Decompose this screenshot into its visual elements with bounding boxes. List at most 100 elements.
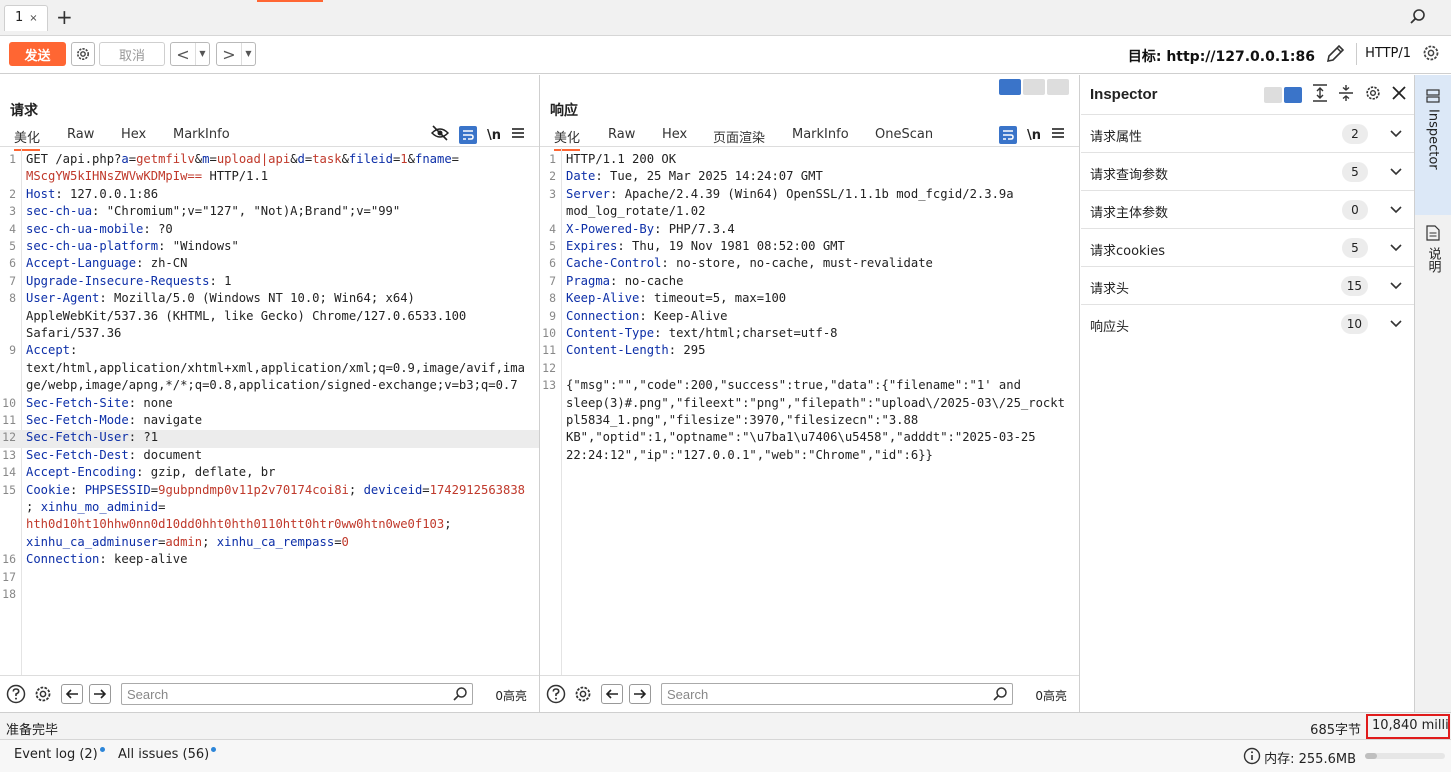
response-code-line[interactable]: 12 [540, 361, 1079, 378]
hide-eye-icon[interactable] [430, 125, 450, 145]
response-code-line[interactable]: mod_log_rotate/1.02 [540, 204, 1079, 221]
event-log-link[interactable]: Event log (2) [14, 747, 105, 762]
request-code-line[interactable]: 1 GET /api.php?a=getmfilv&m=upload|api&d=… [0, 152, 539, 169]
close-tab-icon[interactable]: × [29, 13, 37, 24]
close-inspector-icon[interactable] [1392, 86, 1406, 104]
help-icon[interactable] [6, 684, 26, 704]
newline-toggle[interactable]: \n [1027, 128, 1041, 143]
new-tab-button[interactable]: + [56, 5, 73, 29]
response-code-line[interactable]: 9 Connection: Keep-Alive [540, 309, 1079, 326]
next-match-arrow-icon[interactable] [629, 684, 651, 704]
request-code-line[interactable]: 3 sec-ch-ua: "Chromium";v="127", "Not)A;B… [0, 204, 539, 221]
request-code-line[interactable]: ; xinhu_mo_adminid= [0, 500, 539, 517]
response-code-line[interactable]: 5 Expires: Thu, 19 Nov 1981 08:52:00 GMT [540, 239, 1079, 256]
response-code-line[interactable]: 7 Pragma: no-cache [540, 274, 1079, 291]
request-code-line[interactable]: Safari/537.36 [0, 326, 539, 343]
response-code-line[interactable]: 4 X-Powered-By: PHP/7.3.4 [540, 222, 1079, 239]
previous-match-arrow-icon[interactable] [61, 684, 83, 704]
inspector-row[interactable]: 请求查询参数 5 [1081, 152, 1414, 190]
response-code-line[interactable]: 10 Content-Type: text/html;charset=utf-8 [540, 326, 1079, 343]
request-editor[interactable]: 1 GET /api.php?a=getmfilv&m=upload|api&d=… [0, 148, 539, 676]
request-code-line[interactable]: 6 Accept-Language: zh-CN [0, 256, 539, 273]
response-tab-onescan[interactable]: OneScan [875, 127, 933, 142]
inspector-layout-right-icon[interactable] [1284, 87, 1302, 103]
inspector-layout-left-icon[interactable] [1264, 87, 1282, 103]
next-match-arrow-icon[interactable] [89, 684, 111, 704]
response-editor[interactable]: 1 HTTP/1.1 200 OK 2 Date: Tue, 25 Mar 2025 … [540, 148, 1079, 676]
inspector-row[interactable]: 请求头 15 [1081, 266, 1414, 304]
settings-gear-icon[interactable] [71, 42, 95, 66]
rail-tab-notes[interactable]: 说明 [1415, 223, 1451, 295]
http-version-selector[interactable]: HTTP/1 [1365, 46, 1411, 61]
forward-nav-group[interactable]: > ▼ [216, 42, 256, 66]
inspector-settings-gear-icon[interactable] [1364, 84, 1382, 106]
response-code-line[interactable]: 13 {"msg":"","code":200,"success":true,"d… [540, 378, 1079, 395]
request-code-line[interactable]: hth0d10ht10hhw0nn0d10dd0hht0hth0110htt0h… [0, 517, 539, 534]
request-code-line[interactable]: 18 [0, 587, 539, 604]
response-code-line[interactable]: pl5834_1.png","filesize":3970,"filesizec… [540, 413, 1079, 430]
back-history-dropdown-icon[interactable]: ▼ [195, 43, 209, 65]
layout-tabs-icon[interactable] [1047, 79, 1069, 95]
request-code-line[interactable]: 7 Upgrade-Insecure-Requests: 1 [0, 274, 539, 291]
previous-match-arrow-icon[interactable] [601, 684, 623, 704]
request-code-line[interactable]: AppleWebKit/537.36 (KHTML, like Gecko) C… [0, 309, 539, 326]
response-code-line[interactable]: 11 Content-Length: 295 [540, 343, 1079, 360]
menu-icon[interactable] [1051, 127, 1065, 143]
chevron-down-icon[interactable] [1390, 165, 1402, 180]
forward-arrow-icon[interactable]: > [217, 45, 241, 64]
request-code-line[interactable]: xinhu_ca_adminuser = admin; xinhu_ca_rempa… [0, 535, 539, 552]
response-tab-render[interactable]: 页面渲染 [713, 127, 765, 146]
inspector-row[interactable]: 请求cookies 5 [1081, 228, 1414, 266]
inspector-row[interactable]: 响应头 10 [1081, 304, 1414, 342]
response-code-line[interactable]: sleep(3)#.png","fileext":"png","filepath… [540, 396, 1079, 413]
response-code-line[interactable]: 6 Cache-Control: no-store, no-cache, must… [540, 256, 1079, 273]
request-code-line[interactable]: 4 sec-ch-ua-mobile: ?0 [0, 222, 539, 239]
request-code-line[interactable]: 16 Connection: keep-alive [0, 552, 539, 569]
rail-tab-inspector[interactable]: Inspector [1415, 75, 1451, 215]
request-code-line[interactable]: 13 Sec-Fetch-Dest: document [0, 448, 539, 465]
chevron-down-icon[interactable] [1390, 241, 1402, 256]
send-button[interactable]: 发送 [9, 42, 66, 66]
inspector-row[interactable]: 请求主体参数 0 [1081, 190, 1414, 228]
request-tab-1[interactable]: 1 × [4, 5, 48, 31]
response-code-line[interactable]: 8 Keep-Alive: timeout=5, max=100 [540, 291, 1079, 308]
menu-icon[interactable] [511, 127, 525, 143]
response-tab-markinfo[interactable]: MarkInfo [792, 127, 849, 142]
request-tab-hex[interactable]: Hex [121, 127, 146, 142]
response-search-input[interactable] [661, 683, 1013, 705]
chevron-down-icon[interactable] [1390, 127, 1402, 142]
word-wrap-icon[interactable] [998, 126, 1017, 144]
back-nav-group[interactable]: < ▼ [170, 42, 210, 66]
chevron-down-icon[interactable] [1390, 203, 1402, 218]
search-settings-gear-icon[interactable] [573, 684, 593, 704]
connection-settings-gear-icon[interactable] [1421, 43, 1441, 67]
response-code-line[interactable]: 2 Date: Tue, 25 Mar 2025 14:24:07 GMT [540, 169, 1079, 186]
response-code-line[interactable]: 22:24:12","ip":"127.0.0.1","web":"Chrome… [540, 448, 1079, 465]
request-search-input[interactable] [121, 683, 473, 705]
collapse-all-icon[interactable] [1338, 84, 1354, 106]
request-code-line[interactable]: 2 Host: 127.0.0.1:86 [0, 187, 539, 204]
request-code-line[interactable]: 15 Cookie: PHPSESSID=9gubpndmp0v11p2v7017… [0, 483, 539, 500]
layout-stacked-icon[interactable] [1023, 79, 1045, 95]
forward-history-dropdown-icon[interactable]: ▼ [241, 43, 255, 65]
response-tab-hex[interactable]: Hex [662, 127, 687, 142]
request-code-line[interactable]: 9 Accept: [0, 343, 539, 360]
expand-all-icon[interactable] [1312, 84, 1328, 106]
request-code-line[interactable]: 5 sec-ch-ua-platform: "Windows" [0, 239, 539, 256]
response-code-line[interactable]: 1 HTTP/1.1 200 OK [540, 152, 1079, 169]
search-icon[interactable] [1409, 8, 1427, 30]
request-code-line[interactable]: 11 Sec-Fetch-Mode: navigate [0, 413, 539, 430]
inspector-row[interactable]: 请求属性 2 [1081, 114, 1414, 152]
info-icon[interactable] [1243, 747, 1261, 769]
request-code-line[interactable]: MScgYW5kIHNsZWVwKDMpIw== HTTP/1.1 [0, 169, 539, 186]
request-tab-raw[interactable]: Raw [67, 127, 94, 142]
chevron-down-icon[interactable] [1390, 279, 1402, 294]
request-code-line[interactable]: text/html,application/xhtml+xml,applicat… [0, 361, 539, 378]
request-code-line[interactable]: 8 User-Agent: Mozilla/5.0 (Windows NT 10.… [0, 291, 539, 308]
word-wrap-icon[interactable] [458, 126, 477, 144]
back-arrow-icon[interactable]: < [171, 45, 195, 64]
cancel-button[interactable]: 取消 [99, 42, 165, 66]
all-issues-link[interactable]: All issues (56) [118, 747, 217, 762]
response-tab-raw[interactable]: Raw [608, 127, 635, 142]
request-tab-markinfo[interactable]: MarkInfo [173, 127, 230, 142]
